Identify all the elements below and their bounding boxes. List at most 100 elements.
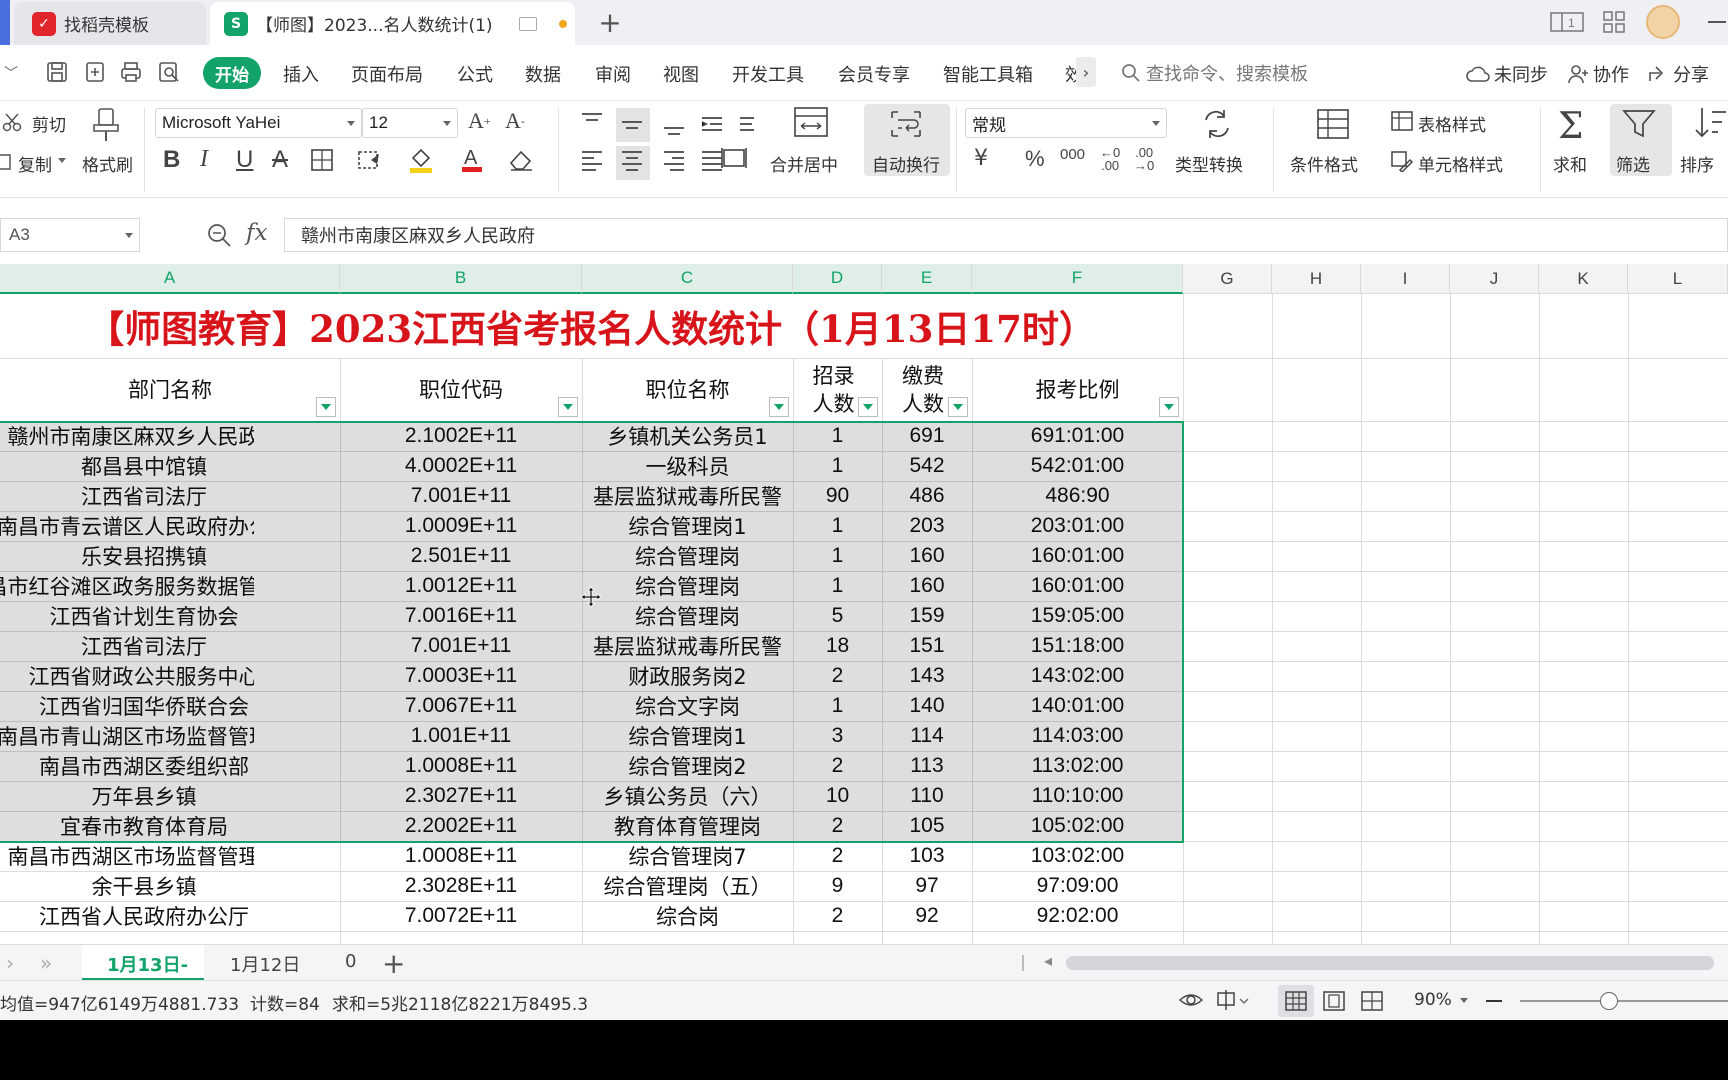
column-header-f[interactable]: F xyxy=(972,264,1183,294)
table-cell[interactable]: 691 xyxy=(882,421,972,451)
column-header-a[interactable]: A xyxy=(0,264,340,294)
horizontal-scrollbar[interactable] xyxy=(1066,956,1714,970)
table-cell[interactable]: 105 xyxy=(882,811,972,841)
filter-dropdown-icon[interactable] xyxy=(316,397,336,417)
table-cell[interactable]: 财政服务岗2 xyxy=(582,661,793,691)
normal-view-icon[interactable] xyxy=(1284,990,1308,1012)
clear-format-eraser-icon[interactable] xyxy=(508,148,534,172)
distribute-icon[interactable] xyxy=(720,146,748,170)
tab-data[interactable]: 数据 xyxy=(525,61,561,87)
table-cell[interactable]: 2.1002E+11 xyxy=(340,421,582,451)
eye-protection-icon[interactable] xyxy=(1178,989,1204,1011)
table-cell[interactable]: 7.0067E+11 xyxy=(340,691,582,721)
table-cell[interactable]: 都昌县中馆镇 xyxy=(0,451,254,481)
table-cell[interactable]: 2.3028E+11 xyxy=(340,871,582,901)
table-cell[interactable]: 103 xyxy=(882,841,972,871)
table-cell[interactable]: 203:01:00 xyxy=(972,511,1183,541)
column-header-b[interactable]: B xyxy=(340,264,582,294)
table-cell[interactable]: 114:03:00 xyxy=(972,721,1183,751)
table-cell[interactable]: 乡镇公务员（六） xyxy=(582,781,793,811)
column-header-k[interactable]: K xyxy=(1539,264,1628,294)
thousands-separator-icon[interactable]: 000 xyxy=(1060,146,1085,163)
wrap-text-button[interactable]: 自动换行 xyxy=(872,151,940,176)
filter-dropdown-icon[interactable] xyxy=(948,397,968,417)
table-cell[interactable]: 113 xyxy=(882,751,972,781)
table-cell[interactable]: 1 xyxy=(793,691,882,721)
tab-template-store[interactable]: ✓ 找稻壳模板 xyxy=(14,2,206,45)
table-cell[interactable]: 92:02:00 xyxy=(972,901,1183,931)
table-cell[interactable]: 1.0012E+11 xyxy=(340,571,582,601)
table-cell[interactable]: 综合管理岗 xyxy=(582,541,793,571)
sync-status[interactable]: 未同步 xyxy=(1466,61,1548,87)
table-cell[interactable]: 乐安县招携镇 xyxy=(0,541,254,571)
table-cell[interactable]: 2 xyxy=(793,661,882,691)
table-cell[interactable]: 2.2002E+11 xyxy=(340,811,582,841)
table-cell[interactable]: 1 xyxy=(793,511,882,541)
table-cell[interactable]: 2 xyxy=(793,751,882,781)
font-size-select[interactable]: 12 xyxy=(362,108,458,138)
table-cell[interactable]: 4.0002E+11 xyxy=(340,451,582,481)
user-avatar[interactable] xyxy=(1646,5,1680,39)
table-cell[interactable]: 486:90 xyxy=(972,481,1183,511)
zoom-slider-thumb[interactable] xyxy=(1600,992,1618,1010)
export-pdf-icon[interactable] xyxy=(82,59,108,85)
cell-style-button[interactable]: 单元格样式 xyxy=(1418,151,1503,176)
table-cell[interactable]: 7.0003E+11 xyxy=(340,661,582,691)
header-cell[interactable]: 职位名称 xyxy=(582,358,793,421)
fill-pattern-icon[interactable] xyxy=(357,148,383,172)
collapse-chevron-icon[interactable]: ﹀ xyxy=(4,63,18,83)
column-header-l[interactable]: L xyxy=(1628,264,1728,294)
table-cell[interactable]: 1.0008E+11 xyxy=(340,841,582,871)
cut-button[interactable]: 剪切 xyxy=(32,111,66,136)
table-cell[interactable]: 203 xyxy=(882,511,972,541)
column-header-h[interactable]: H xyxy=(1272,264,1361,294)
table-cell[interactable]: 基层监狱戒毒所民警 xyxy=(582,631,793,661)
font-color-icon[interactable]: A xyxy=(460,144,484,174)
sheet-title[interactable]: 【师图教育】2023江西省考报名人数统计（1月13日17时） xyxy=(0,294,1183,358)
table-cell[interactable]: 10 xyxy=(793,781,882,811)
page-break-view-icon[interactable] xyxy=(1360,990,1384,1012)
table-cell[interactable]: 综合管理岗（五） xyxy=(582,871,793,901)
zoom-level[interactable]: 90% xyxy=(1414,990,1452,1010)
scroll-left-icon[interactable]: ◂ xyxy=(1044,951,1052,970)
collaborate-button[interactable]: 协作 xyxy=(1567,61,1629,87)
sheet-tab-jan13[interactable]: 1月13日- xyxy=(107,951,188,977)
grid-apps-icon[interactable] xyxy=(1602,10,1626,34)
share-button[interactable]: 分享 xyxy=(1647,61,1709,87)
tab-start[interactable]: 开始 xyxy=(203,57,261,89)
table-cell[interactable]: 103:02:00 xyxy=(972,841,1183,871)
filter-dropdown-icon[interactable] xyxy=(558,397,578,417)
table-cell[interactable]: 114 xyxy=(882,721,972,751)
table-cell[interactable]: 南昌市青山湖区市场监督管理局 xyxy=(0,721,254,751)
tab-page-layout[interactable]: 页面布局 xyxy=(351,61,423,87)
column-header-g[interactable]: G xyxy=(1183,264,1272,294)
table-cell[interactable]: 7.001E+11 xyxy=(340,631,582,661)
filter-dropdown-icon[interactable] xyxy=(858,397,878,417)
sort-button[interactable]: 排序 xyxy=(1680,151,1714,176)
table-cell[interactable]: 综合管理岗2 xyxy=(582,751,793,781)
sum-button[interactable]: 求和 xyxy=(1553,151,1587,176)
table-cell[interactable]: 97 xyxy=(882,871,972,901)
fill-color-icon[interactable] xyxy=(408,146,434,174)
table-cell[interactable]: 综合管理岗1 xyxy=(582,511,793,541)
table-cell[interactable]: 1 xyxy=(793,421,882,451)
table-cell[interactable]: 92 xyxy=(882,901,972,931)
merge-center-button[interactable]: 合并居中 xyxy=(770,151,838,176)
tab-member[interactable]: 会员专享 xyxy=(838,61,910,87)
table-cell[interactable]: 97:09:00 xyxy=(972,871,1183,901)
table-cell[interactable]: 113:02:00 xyxy=(972,751,1183,781)
table-cell[interactable]: 一级科员 xyxy=(582,451,793,481)
print-icon[interactable] xyxy=(118,59,144,85)
table-cell[interactable]: 151 xyxy=(882,631,972,661)
table-cell[interactable]: 昌市红谷滩区政务服务数据管理局 xyxy=(0,571,254,601)
table-cell[interactable]: 143:02:00 xyxy=(972,661,1183,691)
percent-icon[interactable]: % xyxy=(1025,146,1045,172)
bold-icon[interactable]: B xyxy=(163,146,180,174)
copy-button[interactable]: 复制 xyxy=(18,151,52,176)
filter-dropdown-icon[interactable] xyxy=(1159,397,1179,417)
sheet-grid[interactable]: ABCDEFGHIJKL 【师图教育】2023江西省考报名人数统计（1月13日1… xyxy=(0,264,1728,944)
table-cell[interactable]: 160 xyxy=(882,571,972,601)
table-cell[interactable]: 18 xyxy=(793,631,882,661)
table-cell[interactable]: 宜春市教育体育局 xyxy=(0,811,254,841)
tab-insert[interactable]: 插入 xyxy=(283,61,319,87)
